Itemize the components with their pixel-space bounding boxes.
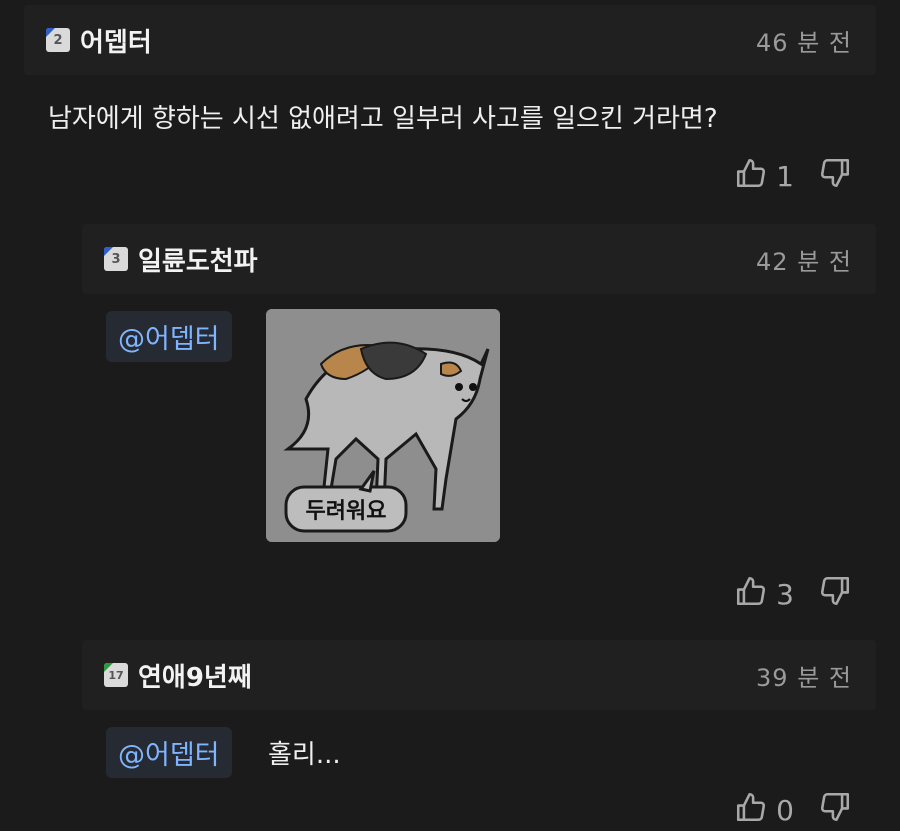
level-badge-icon: 3	[104, 247, 128, 271]
scared-cat-sticker: 두려워요	[266, 309, 500, 542]
comment-author[interactable]: 17 연애9년째	[104, 657, 252, 694]
thumbs-down-icon[interactable]	[818, 790, 852, 831]
like-count: 1	[776, 160, 794, 193]
comment-timestamp: 39 분 전	[756, 663, 852, 692]
comment-actions: 0	[734, 790, 852, 831]
like-count: 3	[776, 578, 794, 611]
comment-author[interactable]: 3 일륜도천파	[104, 241, 258, 278]
sticker-caption: 두려워요	[306, 499, 387, 524]
comment-timestamp: 46 분 전	[756, 28, 852, 57]
username[interactable]: 연애9년째	[138, 657, 252, 694]
thumbs-up-icon[interactable]	[734, 156, 768, 197]
comment-actions: 3	[734, 574, 852, 615]
username[interactable]: 일륜도천파	[138, 241, 258, 278]
like-count: 0	[776, 794, 794, 827]
comment-text: 홀리...	[268, 740, 341, 770]
level-badge-icon: 2	[46, 28, 70, 52]
comment-actions: 1	[734, 156, 852, 197]
thumbs-down-icon[interactable]	[818, 156, 852, 197]
comment-text: 남자에게 향하는 시선 없애려고 일부러 사고를 일으킨 거라면?	[48, 104, 718, 134]
username[interactable]: 어뎁터	[80, 22, 152, 59]
reply-header: 3 일륜도천파 42 분 전	[82, 224, 876, 294]
thumbs-up-icon[interactable]	[734, 574, 768, 615]
thumbs-down-icon[interactable]	[818, 574, 852, 615]
comment-header: 2 어뎁터 46 분 전	[24, 5, 876, 75]
comment-timestamp: 42 분 전	[756, 247, 852, 276]
comment-author[interactable]: 2 어뎁터	[46, 22, 152, 59]
mention-tag[interactable]: @어뎁터	[106, 311, 232, 362]
mention-tag[interactable]: @어뎁터	[106, 727, 232, 778]
reply-header: 17 연애9년째 39 분 전	[82, 640, 876, 710]
thumbs-up-icon[interactable]	[734, 790, 768, 831]
level-badge-icon: 17	[104, 663, 128, 687]
